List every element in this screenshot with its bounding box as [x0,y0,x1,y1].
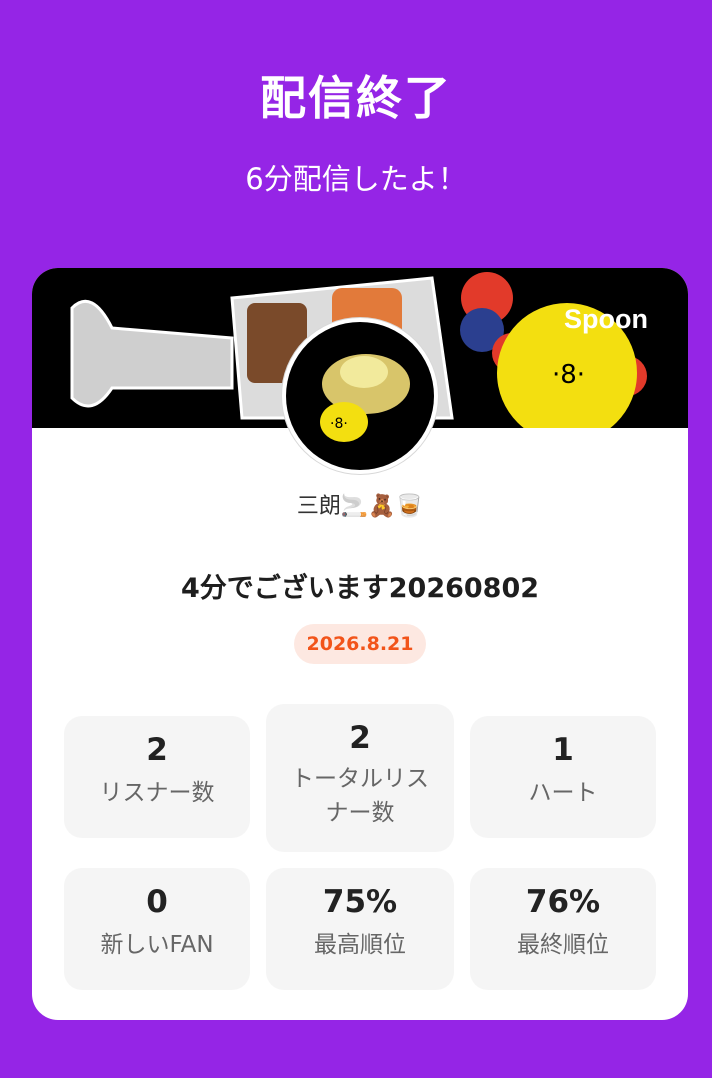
summary-card: ·8· Spoon ·8· 三朗🚬🧸🥃 4分でございます20260802 202… [32,268,688,1020]
stat-listeners: 2 リスナー数 [64,716,250,838]
stat-label: ハート [528,780,598,806]
date-badge: 2026.8.21 [294,624,426,664]
stat-value: 75% [322,884,398,920]
page-title: 配信終了 [260,71,452,125]
svg-text:·8·: ·8· [330,416,348,432]
svg-text:·8·: ·8· [552,360,585,390]
stat-new-fans: 0 新しいFAN [64,868,250,990]
stat-value: 2 [349,720,371,756]
stat-value: 0 [146,884,168,920]
stat-value: 2 [146,732,168,768]
stat-value: 1 [552,732,574,768]
stat-total-listeners: 2 トータルリスナー数 [266,704,454,852]
username: 三朗🚬🧸🥃 [296,494,424,519]
stream-title: 4分でございます20260802 [180,573,540,604]
stat-label: 最終順位 [517,932,609,958]
stat-label: リスナー数 [99,780,215,806]
stat-highest-rank: 75% 最高順位 [266,868,454,990]
stat-label: 最高順位 [314,932,406,958]
stat-label: 新しいFAN [100,932,214,958]
stat-final-rank: 76% 最終順位 [470,868,656,990]
avatar[interactable]: ·8· [282,318,438,474]
brand-logo: Spoon [564,304,648,334]
stat-hearts: 1 ハート [470,716,656,838]
page-subtitle: 6分配信したよ！ [245,162,467,196]
stat-value: 76% [525,884,601,920]
stat-label: トータルリスナー数 [291,766,429,826]
